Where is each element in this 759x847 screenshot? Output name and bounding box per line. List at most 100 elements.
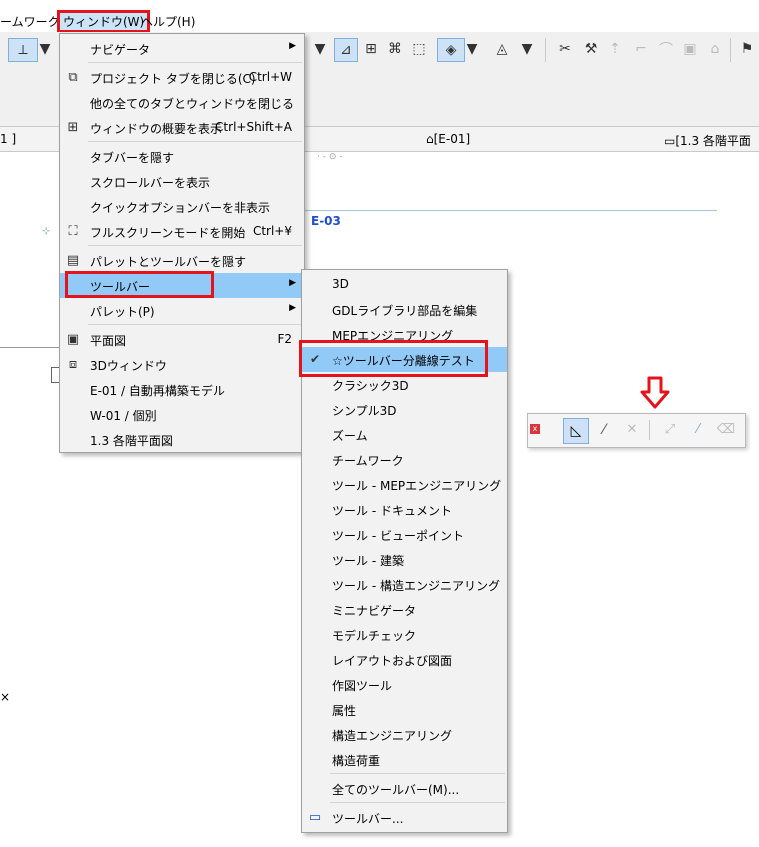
submenu-item[interactable]: GDLライブラリ部品を編集 [302,297,507,322]
toolbar-separator [649,420,650,440]
toolbar-separator [730,38,731,62]
submenu-item[interactable]: 3D [302,272,507,297]
palette-icon: ▤ [66,252,80,268]
shape-icon[interactable]: ◈ [437,38,465,62]
submenu-item[interactable]: 構造エンジニアリング [302,722,507,747]
submenu-item[interactable]: ミニナビゲータ [302,597,507,622]
menu-item-toolbar[interactable]: ツールバー ▶ [60,273,304,298]
quick-options-eye-icon[interactable]: · - ⊙ - [317,152,342,162]
canvas-edge [0,347,60,348]
chevron-down-icon[interactable]: ▼ [520,38,534,60]
menu-separator [88,141,302,142]
chevron-right-icon: ▶ [289,278,296,288]
menu-separator [330,802,505,803]
floorplan-icon: ▣ [66,331,80,347]
toolbar-separator [545,38,546,62]
house-icon: ⌂ [426,132,434,146]
menu-item-floor-plans[interactable]: 1.3 各階平面図 [60,427,304,452]
house-icon[interactable]: ⌂ [704,38,726,60]
dimension-icon[interactable]: ⟂ [8,38,38,62]
checkmark-icon: ✔ [309,352,321,366]
floating-toolbar[interactable]: x ◺ ⁄ ✕ ⤢ ⁄ ⌫ [527,413,746,448]
submenu-item-separator-test[interactable]: ✔ ☆ツールバー分離線テスト [302,347,507,372]
chevron-down-icon[interactable]: ▼ [313,38,327,60]
annotation-down-arrow-icon [640,376,670,409]
ruler-icon[interactable]: ⊞ [360,38,382,60]
menu-separator [330,773,505,774]
cube-icon: ⧈ [68,356,78,372]
menu-item-close-tab[interactable]: ⧉ プロジェクト タブを閉じる(C) Ctrl+W [60,65,304,90]
close-icon[interactable]: x [530,424,540,434]
chevron-right-icon: ▶ [289,41,296,51]
menu-item-fullscreen[interactable]: ⛶ フルスクリーンモードを開始 Ctrl+¥ [60,219,304,244]
menu-separator [88,324,302,325]
triangle-ruler-icon[interactable]: ◺ [563,418,589,444]
curve-icon[interactable]: ⌒ [655,38,677,60]
submenu-item[interactable]: モデルチェック [302,622,507,647]
tab-floorplan-label: [1.3 各階平面 [675,134,751,148]
submenu-item[interactable]: ツール - ビューポイント [302,522,507,547]
menu-item-navigator[interactable]: ナビゲータ ▶ [60,36,304,61]
line-icon[interactable]: ⁄ [592,418,616,442]
window-menu: ナビゲータ ▶ ⧉ プロジェクト タブを閉じる(C) Ctrl+W 他の全てのタブとウ… [59,33,305,453]
menu-help[interactable]: ヘルプ(H) [141,13,195,30]
submenu-item[interactable]: 作図ツール [302,672,507,697]
elevate-icon[interactable]: ⇡ [604,38,626,60]
chevron-right-icon: ▶ [289,303,296,313]
submenu-item[interactable]: ツール - 建築 [302,547,507,572]
submenu-item[interactable]: 構造荷重 [302,747,507,772]
canvas-close-icon[interactable]: × [0,690,10,704]
submenu-item-all-toolbars[interactable]: 全てのツールバー(M)... [302,776,507,801]
trim-icon[interactable]: ✂ [554,38,576,60]
chevron-down-icon[interactable]: ▼ [38,38,52,60]
submenu-item[interactable]: レイアウトおよび図面 [302,647,507,672]
diagonal-icon[interactable]: ⤢ [658,418,682,442]
pick-icon[interactable]: ⚒ [580,38,602,60]
menu-separator [88,245,302,246]
select-icon[interactable]: ⬚ [408,38,430,60]
menu-item-show-scrollbar[interactable]: スクロールバーを表示 [60,169,304,194]
adjust-icon[interactable]: ⊿ [334,38,358,62]
canvas-marker-icon: ⊹ [42,226,51,237]
measure-icon[interactable]: ⁄ [686,418,710,442]
layout-icon: ▭ [664,134,676,148]
tab-e01-label: [E-01] [433,132,471,146]
menu-item-hide-palettes[interactable]: ▤ パレットとツールバーを隠す [60,248,304,273]
menu-window[interactable]: ウィンドウ(W) [57,10,151,33]
snap-icon[interactable]: ⌘ [384,38,406,60]
close-tab-icon: ⧉ [68,69,78,85]
submenu-item[interactable]: チームワーク [302,447,507,472]
submenu-item-toolbar-settings[interactable]: ▭ ツールバー... [302,805,507,830]
menu-item-e01[interactable]: E-01 / 自動再構築モデル [60,377,304,402]
grid-icon: ⊞ [67,119,79,135]
fullscreen-icon: ⛶ [68,223,78,239]
chevron-down-icon[interactable]: ▼ [465,38,479,60]
tab-left[interactable]: 1 ] [0,132,16,146]
eraser-icon[interactable]: ⌫ [714,418,738,442]
menu-item-w01[interactable]: W-01 / 個別 [60,402,304,427]
circle-icon[interactable]: ◬ [491,38,513,60]
group-icon[interactable]: ▣ [679,38,701,60]
tab-e01[interactable]: ⌂[E-01] [426,132,470,146]
submenu-item[interactable]: MEPエンジニアリング [302,322,507,347]
tab-floorplan[interactable]: ▭[1.3 各階平面 [664,132,751,149]
submenu-item[interactable]: 属性 [302,697,507,722]
submenu-item[interactable]: ツール - ドキュメント [302,497,507,522]
cross-icon[interactable]: ✕ [620,418,644,442]
corner-icon[interactable]: ⌐ [630,38,652,60]
menu-item-3d-window[interactable]: ⧈ 3Dウィンドウ [60,352,304,377]
flag-icon[interactable]: ⚑ [736,38,758,60]
menu-item-close-all[interactable]: 他の全てのタブとウィンドウを閉じる [60,90,304,115]
menu-item-hide-tabbar[interactable]: タブバーを隠す [60,144,304,169]
submenu-item[interactable]: ズーム [302,422,507,447]
submenu-item[interactable]: ツール - MEPエンジニアリング [302,472,507,497]
submenu-item[interactable]: クラシック3D [302,372,507,397]
menu-item-palette[interactable]: パレット(P) ▶ [60,298,304,323]
submenu-item[interactable]: ツール - 構造エンジニアリング [302,572,507,597]
submenu-item[interactable]: シンプル3D [302,397,507,422]
toolbar-submenu: 3D GDLライブラリ部品を編集 MEPエンジニアリング ✔ ☆ツールバー分離線テ… [301,269,508,833]
menu-item-hide-quick-options[interactable]: クイックオプションバーを非表示 [60,194,304,219]
menu-item-overview[interactable]: ⊞ ウィンドウの概要を表示 Ctrl+Shift+A [60,115,304,140]
menu-item-floorplan[interactable]: ▣ 平面図 F2 [60,327,304,352]
canvas-grid-line [305,210,717,211]
